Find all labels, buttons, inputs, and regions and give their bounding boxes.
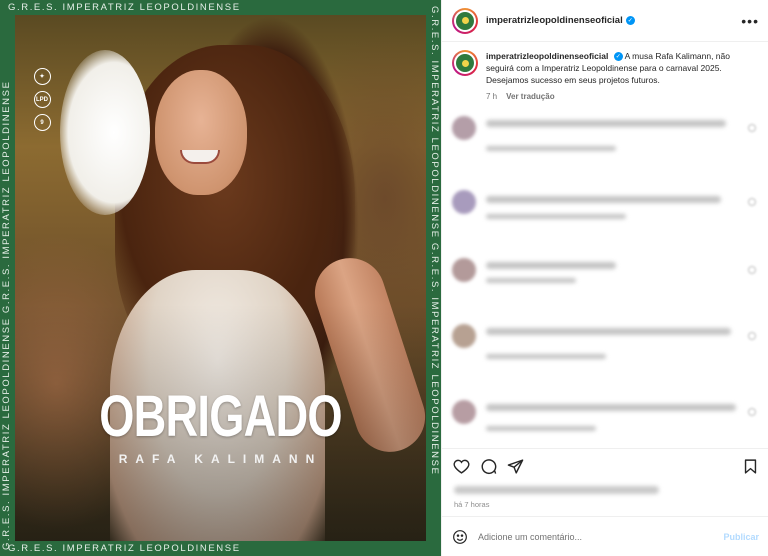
emoji-icon[interactable] (452, 529, 468, 545)
comment-like-icon[interactable] (748, 408, 756, 416)
add-comment-bar: Publicar (442, 516, 768, 556)
verified-icon: ✓ (625, 16, 635, 25)
comment-avatar (452, 190, 476, 214)
frame-text-top: G.R.E.S. IMPERATRIZ LEOPOLDINENSE (8, 2, 241, 13)
frame-text-bottom: G.R.E.S. IMPERATRIZ LEOPOLDINENSE (8, 543, 241, 554)
bookmark-icon[interactable] (741, 458, 759, 476)
comment-avatar (452, 400, 476, 424)
more-options-icon[interactable]: ••• (741, 14, 759, 28)
caption-age[interactable]: 7 h (486, 92, 497, 101)
post-timestamp[interactable]: há 7 horas (454, 500, 489, 509)
comment-meta (486, 214, 626, 219)
comment-item[interactable] (452, 324, 764, 372)
nine-logo-icon: 9 (33, 114, 51, 131)
comment-text (486, 328, 731, 335)
comment-item[interactable] (452, 190, 764, 238)
comment-like-icon[interactable] (748, 198, 756, 206)
comment-avatar (452, 116, 476, 140)
avatar[interactable] (452, 7, 478, 34)
caption-logo-icon (456, 54, 474, 72)
comment-avatar (452, 324, 476, 348)
comment-item[interactable] (452, 116, 764, 164)
comment-meta (486, 146, 616, 151)
caption-verified-icon: ✓ (613, 52, 623, 62)
comment-icon[interactable] (479, 458, 497, 476)
heart-icon[interactable] (452, 458, 470, 476)
comment-meta (486, 278, 576, 283)
post-header: imperatrizleopoldinenseoficial ✓ ••• (442, 0, 768, 42)
comment-text (486, 262, 616, 269)
frame-text-left: G.R.E.S. IMPERATRIZ LEOPOLDINENSE G.R.E.… (1, 80, 12, 550)
comment-item[interactable] (452, 400, 764, 448)
comment-item[interactable] (452, 258, 764, 306)
action-bar (442, 448, 768, 484)
image-headline: OBRIGADO (99, 384, 342, 449)
comment-avatar (452, 258, 476, 282)
post-image[interactable]: G.R.E.S. IMPERATRIZ LEOPOLDINENSE G.R.E.… (0, 0, 441, 556)
comment-text (486, 120, 726, 127)
frame-text-right: G.R.E.S. IMPERATRIZ LEOPOLDINENSE G.R.E.… (429, 6, 440, 476)
comment-like-icon[interactable] (748, 332, 756, 340)
translate-link[interactable]: Ver tradução (506, 92, 554, 101)
comment-meta (486, 354, 606, 359)
comment-text (486, 404, 736, 411)
compass-logo-icon: ✦ (33, 68, 51, 85)
comment-text (486, 196, 721, 203)
caption-username[interactable]: imperatrizleopoldinenseoficial (486, 51, 608, 61)
header-username[interactable]: imperatrizleopoldinenseoficial (486, 15, 623, 26)
comment-like-icon[interactable] (748, 266, 756, 274)
caption-meta: 7 h Ver tradução (486, 92, 555, 101)
publish-button[interactable]: Publicar (723, 532, 759, 542)
post-panel: imperatrizleopoldinenseoficial ✓ ••• imp… (441, 0, 768, 556)
caption-avatar[interactable] (452, 50, 478, 76)
logo-icon (456, 11, 474, 30)
share-icon[interactable] (506, 458, 524, 476)
comment-meta (486, 426, 596, 431)
likes-summary[interactable] (454, 486, 659, 494)
comment-input[interactable] (478, 531, 698, 542)
image-subline: RAFA KALIMANN (118, 452, 323, 466)
post-caption: imperatrizleopoldinenseoficial ✓ A musa … (452, 50, 762, 86)
sponsor-logos: ✦ LPD 9 (32, 68, 52, 131)
lpd-logo-icon: LPD (33, 91, 51, 108)
comment-like-icon[interactable] (748, 124, 756, 132)
